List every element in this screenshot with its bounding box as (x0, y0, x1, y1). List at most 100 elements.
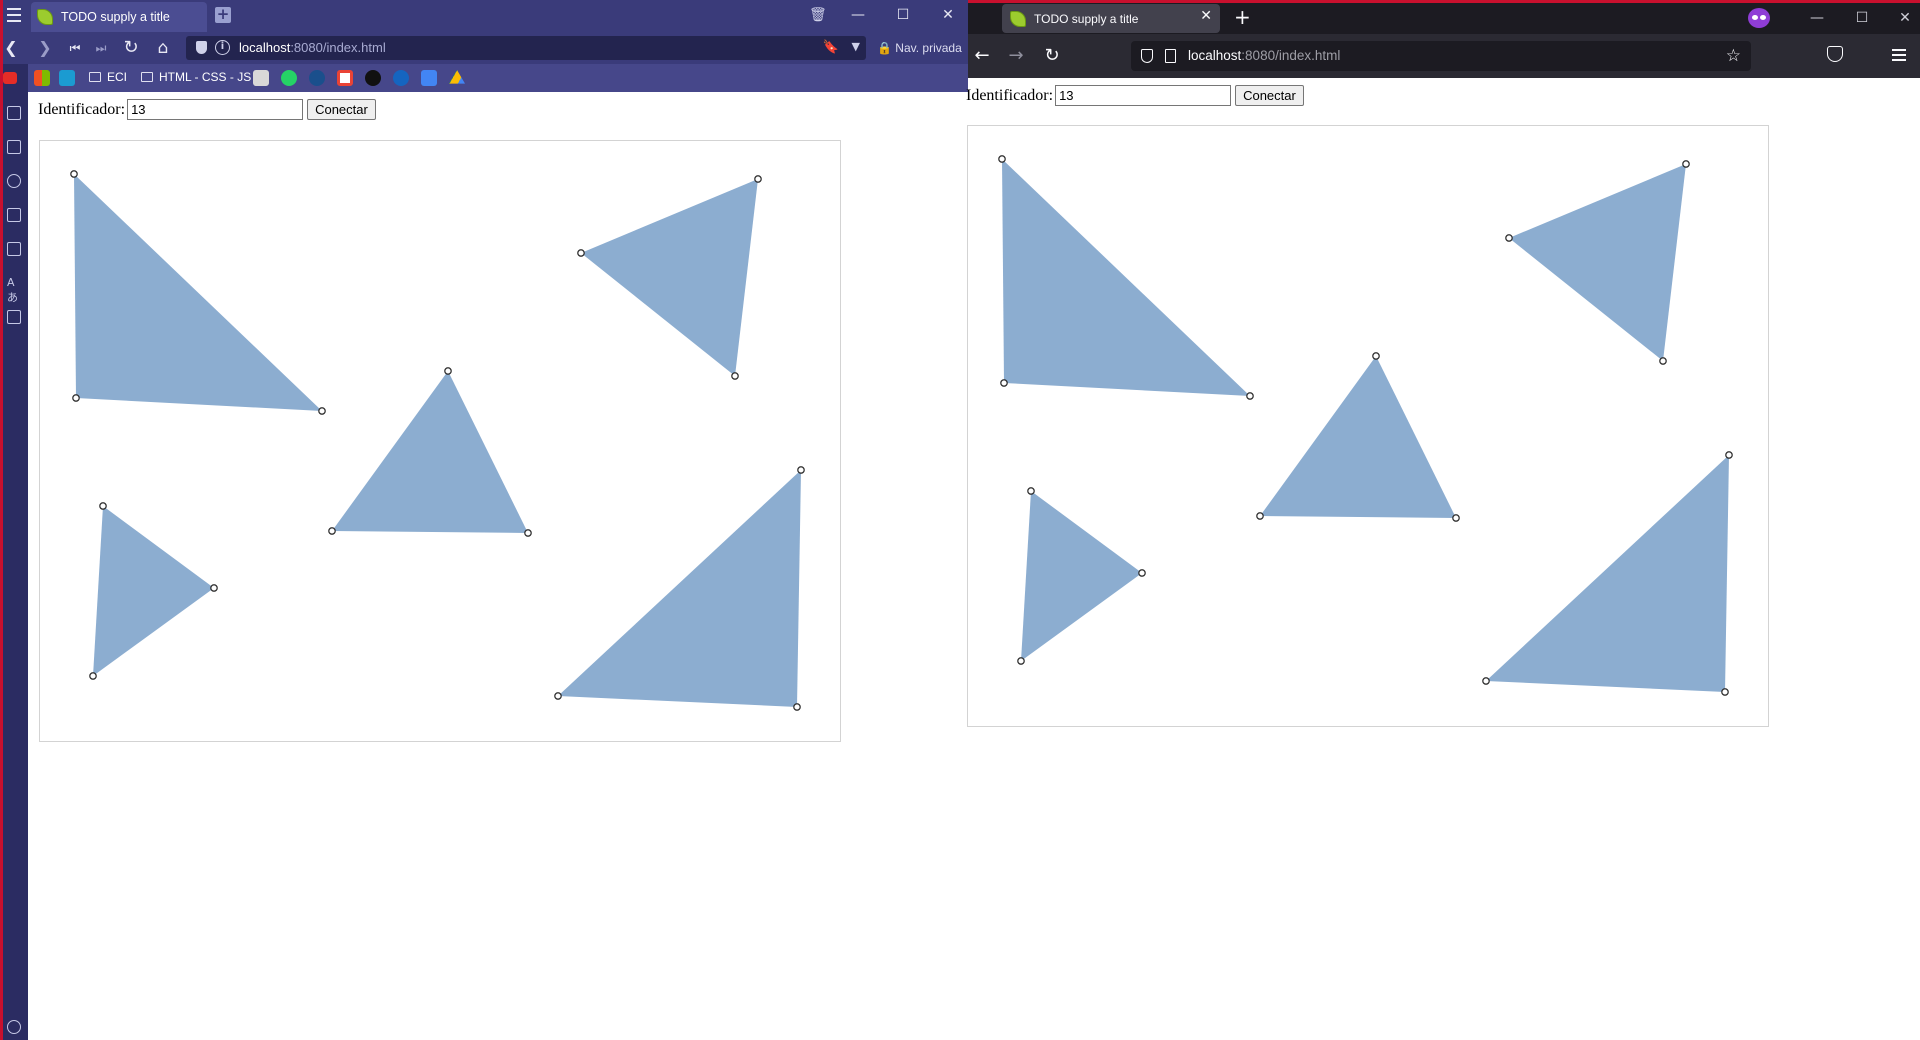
triangle-5[interactable] (1486, 455, 1729, 692)
triangle-3[interactable] (1260, 356, 1456, 518)
id-input[interactable] (127, 99, 304, 120)
gmail-favicon-icon[interactable] (337, 70, 353, 86)
site-favicon-icon[interactable] (309, 70, 325, 86)
triangle-3-vertex-handle[interactable] (444, 367, 452, 375)
close-icon[interactable]: ✕ (935, 3, 961, 27)
drawing-canvas[interactable] (39, 140, 841, 742)
triangle-3-vertex-handle[interactable] (524, 529, 532, 537)
shield-icon[interactable] (1141, 49, 1153, 63)
reload-icon[interactable]: ↻ (121, 38, 141, 58)
pocket-icon[interactable] (1827, 46, 1843, 62)
triangle-4-vertex-handle[interactable] (99, 502, 107, 510)
forward-icon[interactable]: ❯ (35, 38, 55, 58)
history-icon[interactable] (7, 174, 21, 188)
right-url-text[interactable]: localhost:8080/index.html (1188, 48, 1340, 63)
triangle-5-vertex-handle[interactable] (1482, 677, 1490, 685)
new-tab-icon[interactable]: + (215, 7, 231, 23)
bookmarks-sidebar-icon[interactable] (7, 106, 21, 120)
triangle-4[interactable] (1021, 491, 1142, 661)
bookmark-folder-eci[interactable]: ECI (89, 70, 127, 84)
chevron-down-icon[interactable]: ▼ (852, 40, 860, 53)
triangle-2[interactable] (1509, 164, 1686, 361)
windows-favicon-icon[interactable] (34, 70, 50, 86)
star-icon[interactable]: ☆ (1726, 46, 1741, 66)
triangle-3-vertex-handle[interactable] (1372, 352, 1380, 360)
drive-favicon-icon[interactable] (449, 70, 465, 84)
minimize-icon[interactable]: — (845, 3, 871, 27)
page-info-icon[interactable] (1165, 49, 1176, 63)
settings-icon[interactable] (7, 1020, 21, 1034)
triangle-1-vertex-handle[interactable] (998, 155, 1006, 163)
maximize-icon[interactable]: ☐ (1849, 6, 1875, 30)
hamburger-menu-icon[interactable] (1892, 49, 1906, 61)
drawing-canvas[interactable] (967, 125, 1769, 727)
triangle-1-vertex-handle[interactable] (1246, 392, 1254, 400)
downloads-icon[interactable] (7, 140, 21, 154)
triangle-2-vertex-handle[interactable] (577, 249, 585, 257)
notes-icon[interactable] (7, 208, 21, 222)
triangle-2[interactable] (581, 179, 758, 376)
triangle-4-vertex-handle[interactable] (210, 584, 218, 592)
tab-close-icon[interactable]: ✕ (1200, 8, 1212, 24)
info-icon[interactable]: i (215, 40, 230, 55)
right-tab-active[interactable]: TODO supply a title ✕ (1002, 4, 1220, 33)
triangle-5-vertex-handle[interactable] (554, 692, 562, 700)
back-icon[interactable]: ← (972, 46, 992, 66)
bookmark-folder-html[interactable]: HTML - CSS - JS (141, 70, 251, 84)
calculator-favicon-icon[interactable] (253, 70, 269, 86)
youtube-icon[interactable] (3, 72, 17, 84)
triangle-3-vertex-handle[interactable] (328, 527, 336, 535)
close-icon[interactable]: ✕ (1892, 6, 1918, 30)
triangle-2-vertex-handle[interactable] (1659, 357, 1667, 365)
minimize-icon[interactable]: — (1804, 6, 1830, 30)
menu-icon[interactable] (5, 4, 25, 26)
triangle-2-vertex-handle[interactable] (731, 372, 739, 380)
triangle-5[interactable] (558, 470, 801, 707)
triangle-4-vertex-handle[interactable] (89, 672, 97, 680)
reload-icon[interactable]: ↻ (1042, 46, 1062, 66)
trash-icon[interactable]: 🗑 (809, 7, 827, 23)
left-url-text[interactable]: localhost:8080/index.html (239, 40, 386, 55)
triangle-1-vertex-handle[interactable] (72, 394, 80, 402)
triangle-2-vertex-handle[interactable] (754, 175, 762, 183)
maximize-icon[interactable]: ☐ (890, 3, 916, 27)
home-icon[interactable]: ⌂ (153, 38, 173, 58)
triangle-1[interactable] (74, 174, 322, 411)
skip-back-icon[interactable]: ⏮ (65, 38, 85, 58)
triangle-1[interactable] (1002, 159, 1250, 396)
triangle-5-vertex-handle[interactable] (797, 466, 805, 474)
triangle-3[interactable] (332, 371, 528, 533)
translate-icon[interactable]: Aあ (7, 276, 21, 304)
triangle-5-vertex-handle[interactable] (1725, 451, 1733, 459)
tabs-icon[interactable] (7, 242, 21, 256)
triangle-2-vertex-handle[interactable] (1682, 160, 1690, 168)
skip-forward-icon[interactable]: ⏭ (91, 38, 111, 58)
angular-favicon-icon[interactable] (365, 70, 381, 86)
add-panel-icon[interactable] (7, 310, 21, 324)
triangle-2-vertex-handle[interactable] (1505, 234, 1513, 242)
triangle-3-vertex-handle[interactable] (1256, 512, 1264, 520)
triangle-5-vertex-handle[interactable] (793, 703, 801, 711)
calendar-favicon-icon[interactable] (421, 70, 437, 86)
forward-icon[interactable]: → (1006, 46, 1026, 66)
triangle-4-vertex-handle[interactable] (1017, 657, 1025, 665)
left-tab-active[interactable]: TODO supply a title (31, 2, 207, 32)
triangle-4-vertex-handle[interactable] (1027, 487, 1035, 495)
shield-icon[interactable] (196, 41, 207, 54)
c-favicon-icon[interactable] (393, 70, 409, 86)
triangle-1-vertex-handle[interactable] (1000, 379, 1008, 387)
triangle-1-vertex-handle[interactable] (318, 407, 326, 415)
triangle-1-vertex-handle[interactable] (70, 170, 78, 178)
triangles-drawing[interactable] (968, 126, 1768, 726)
back-icon[interactable]: ❮ (1, 38, 21, 58)
bing-favicon-icon[interactable] (59, 70, 75, 86)
triangle-5-vertex-handle[interactable] (1721, 688, 1729, 696)
id-input[interactable] (1055, 85, 1232, 106)
triangle-4[interactable] (93, 506, 214, 676)
left-address-bar[interactable]: i localhost:8080/index.html 🔖 ▼ (186, 36, 866, 60)
new-tab-icon[interactable]: + (1234, 6, 1251, 28)
triangle-3-vertex-handle[interactable] (1452, 514, 1460, 522)
right-address-bar[interactable]: localhost:8080/index.html ☆ (1131, 41, 1751, 71)
whatsapp-favicon-icon[interactable] (281, 70, 297, 86)
triangle-4-vertex-handle[interactable] (1138, 569, 1146, 577)
